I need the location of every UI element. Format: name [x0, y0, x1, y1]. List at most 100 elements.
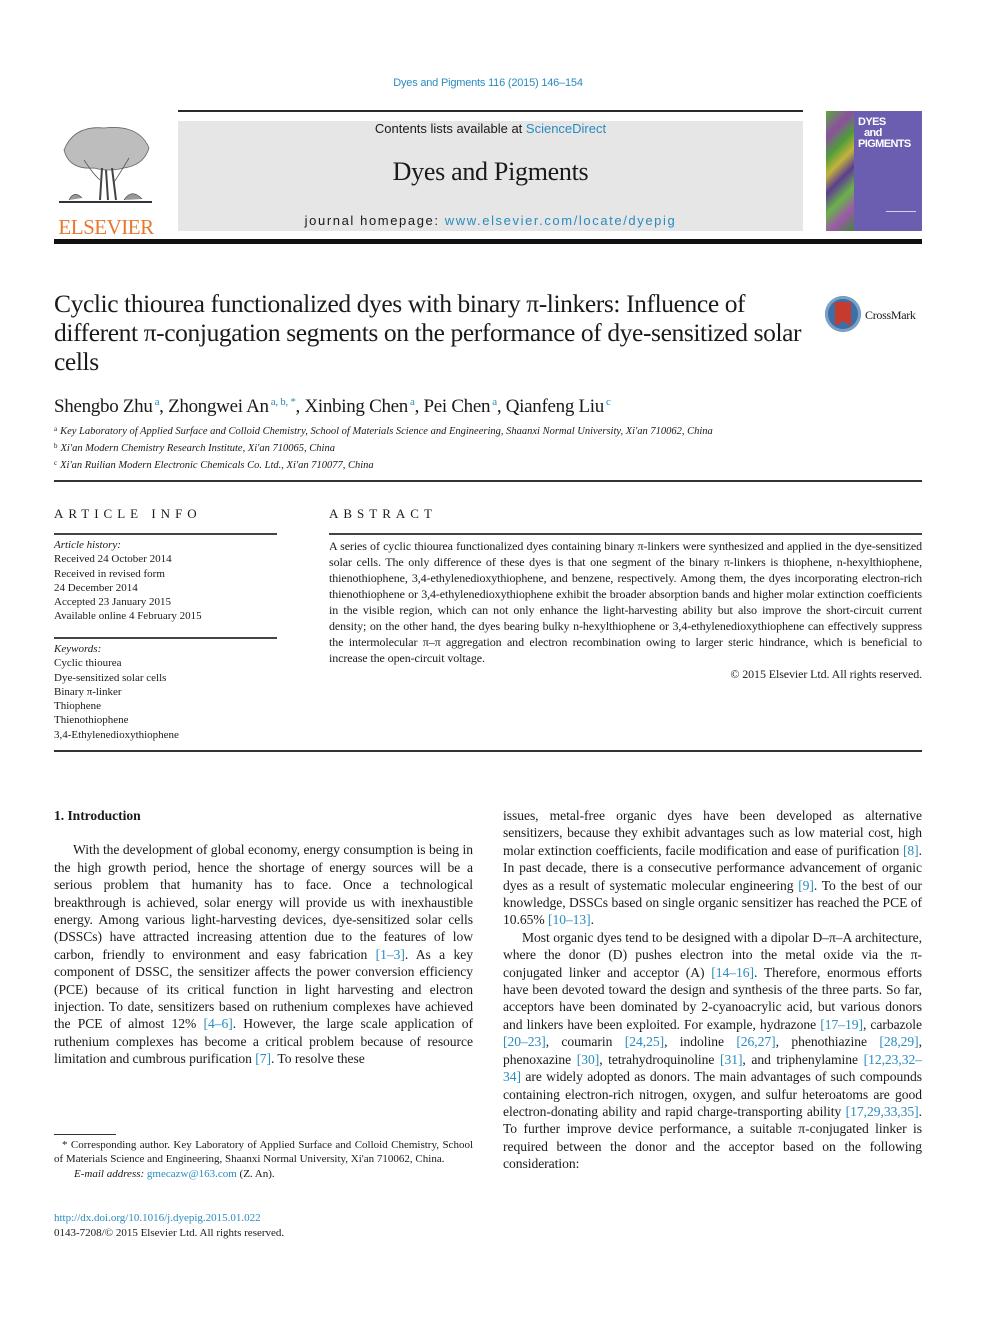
email-label: E-mail address:	[74, 1167, 147, 1180]
homepage-line: journal homepage: www.elsevier.com/locat…	[178, 213, 803, 229]
paragraph: With the development of global economy, …	[54, 841, 473, 1067]
text-run: , phenothiazine	[775, 1034, 880, 1050]
journal-cover-thumbnail[interactable]: DYES and PIGMENTS	[826, 111, 922, 231]
header-top-rule	[178, 110, 803, 112]
crossmark-icon	[825, 296, 861, 332]
author-name[interactable]: Qianfeng Liu	[506, 396, 605, 417]
journal-banner: Contents lists available at ScienceDirec…	[178, 121, 803, 231]
author-affiliation-mark[interactable]: a	[155, 396, 160, 408]
affiliation: c Xi'an Ruilian Modern Electronic Chemica…	[54, 456, 713, 473]
text-run: , tetrahydroquinoline	[599, 1051, 720, 1067]
text-run: , coumarin	[545, 1034, 625, 1050]
journal-citation-link[interactable]: Dyes and Pigments 116 (2015) 146–154	[0, 77, 976, 89]
journal-homepage-link[interactable]: www.elsevier.com/locate/dyepig	[445, 213, 677, 228]
author-name[interactable]: Shengbo Zhu	[54, 396, 153, 417]
paragraph: Most organic dyes tend to be designed wi…	[503, 929, 922, 1173]
corresponding-author-footnote: * Corresponding author. Key Laboratory o…	[54, 1138, 473, 1181]
text-run: With the development of global economy, …	[54, 842, 473, 962]
citation-link[interactable]: [26,27]	[736, 1034, 775, 1049]
divider	[54, 533, 277, 535]
elsevier-wordmark: ELSEVIER	[58, 215, 154, 239]
author-name[interactable]: Pei Chen	[423, 396, 490, 417]
author-list: Shengbo Zhu a, Zhongwei An a, b, *, Xinbin…	[54, 396, 611, 417]
divider	[54, 637, 277, 639]
affiliation-text: Xi'an Modern Chemistry Research Institut…	[60, 443, 335, 454]
footnote-text: * Corresponding author. Key Laboratory o…	[54, 1138, 473, 1167]
keyword: 3,4-Ethylenedioxythiophene	[54, 728, 179, 741]
affiliation-key: a	[54, 425, 58, 433]
cover-art-strip	[826, 111, 854, 231]
history-label: Article history:	[54, 539, 121, 551]
cover-title-line: PIGMENTS	[858, 138, 911, 150]
citation-link[interactable]: [17–19]	[820, 1017, 863, 1032]
author-name[interactable]: Zhongwei An	[168, 396, 269, 417]
affiliation: b Xi'an Modern Chemistry Research Institu…	[54, 439, 713, 456]
contents-prefix: Contents lists available at	[374, 121, 526, 136]
footnote-star: *	[62, 1139, 68, 1151]
citation-link[interactable]: [8]	[903, 843, 919, 858]
author-affiliation-mark[interactable]: a	[410, 396, 415, 408]
citation-link[interactable]: [9]	[798, 878, 814, 893]
divider	[329, 533, 922, 535]
cover-title: DYES and PIGMENTS	[858, 117, 911, 150]
keywords: Keywords: Cyclic thiourea Dye-sensitized…	[54, 642, 277, 742]
elsevier-logo[interactable]: ELSEVIER	[54, 120, 158, 238]
history-item: Received in revised form	[54, 567, 165, 580]
email-suffix: (Z. An).	[236, 1167, 275, 1180]
elsevier-tree-icon	[59, 127, 152, 203]
keywords-label: Keywords:	[54, 643, 102, 655]
author-name[interactable]: Xinbing Chen	[304, 396, 408, 417]
citation-link[interactable]: [1–3]	[376, 947, 405, 962]
text-run: , and triphenylamine	[742, 1051, 864, 1067]
citation-link[interactable]: [4–6]	[203, 1016, 232, 1031]
abstract-text: A series of cyclic thiourea functionaliz…	[329, 539, 922, 665]
crossmark-flag-icon	[835, 302, 851, 326]
header-bottom-rule	[54, 239, 922, 244]
paragraph: issues, metal-free organic dyes have bee…	[503, 807, 922, 929]
author-affiliation-mark[interactable]: c	[606, 396, 611, 408]
citation-link[interactable]: [7]	[255, 1051, 271, 1066]
abstract-copyright: © 2015 Elsevier Ltd. All rights reserved…	[730, 667, 922, 681]
citation-link[interactable]: [17,29,33,35]	[846, 1104, 919, 1119]
citation-link[interactable]: [20–23]	[503, 1034, 546, 1049]
journal-title: Dyes and Pigments	[392, 157, 589, 186]
citation-link[interactable]: [10–13]	[548, 912, 591, 927]
divider	[54, 480, 922, 482]
article-history: Article history: Received 24 October 201…	[54, 538, 277, 624]
keyword: Cyclic thiourea	[54, 657, 122, 670]
author-affiliation-mark[interactable]: a	[492, 396, 497, 408]
affiliation-key: c	[54, 459, 58, 467]
email-link[interactable]: gmecazw@163.com	[147, 1168, 237, 1180]
affiliation: a Key Laboratory of Applied Surface and C…	[54, 422, 713, 439]
crossmark-button[interactable]: CrossMark	[825, 296, 925, 336]
history-item: Received 24 October 2014	[54, 553, 172, 566]
text-run: . To resolve these	[270, 1051, 365, 1067]
cover-publisher-mark	[886, 211, 916, 220]
text-run: issues, metal-free organic dyes have bee…	[503, 808, 922, 858]
citation-link[interactable]: [28,29]	[879, 1034, 918, 1049]
body-column-left: 1. Introduction With the development of …	[54, 807, 473, 1068]
citation-link[interactable]: [31]	[720, 1052, 743, 1067]
keyword: Thiophene	[54, 700, 102, 713]
footnote-body: Corresponding author. Key Laboratory of …	[54, 1139, 473, 1166]
doi-link[interactable]: http://dx.doi.org/10.1016/j.dyepig.2015.…	[54, 1211, 473, 1226]
abstract: A series of cyclic thiourea functionaliz…	[329, 538, 922, 682]
issn-copyright: 0143-7208/© 2015 Elsevier Ltd. All right…	[54, 1227, 285, 1239]
section-heading-introduction: 1. Introduction	[54, 808, 141, 823]
sciencedirect-link[interactable]: ScienceDirect	[526, 121, 606, 136]
abstract-heading: ABSTRACT	[329, 506, 437, 521]
article-info-heading: ARTICLE INFO	[54, 506, 202, 521]
citation-link[interactable]: [24,25]	[625, 1034, 664, 1049]
keyword: Thienothiophene	[54, 714, 129, 727]
text-run: , carbazole	[862, 1016, 922, 1032]
footnote-rule	[54, 1134, 116, 1135]
history-item: 24 December 2014	[54, 581, 138, 594]
citation-link[interactable]: [30]	[577, 1052, 600, 1067]
crossmark-label: CrossMark	[865, 308, 916, 322]
divider	[54, 750, 922, 752]
author-affiliation-mark[interactable]: a, b, *	[271, 396, 296, 408]
citation-link[interactable]: [14–16]	[711, 965, 754, 980]
affiliations: a Key Laboratory of Applied Surface and C…	[54, 422, 713, 473]
history-item: Accepted 23 January 2015	[54, 596, 171, 609]
history-item: Available online 4 February 2015	[54, 610, 202, 623]
